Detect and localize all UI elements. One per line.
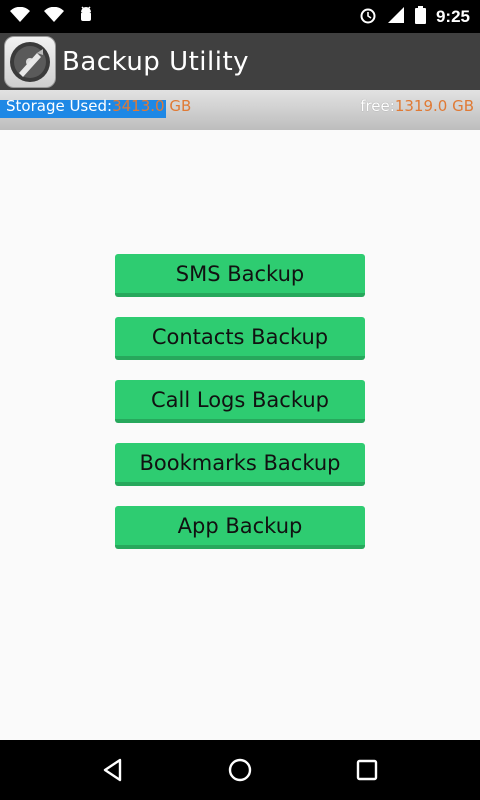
call-logs-backup-button[interactable]: Call Logs Backup [115,380,365,423]
sms-backup-button[interactable]: SMS Backup [115,254,365,297]
storage-free-value: 1319.0 GB [394,97,474,115]
storage-bar: Storage Used:3413.0 GB free:1319.0 GB [0,90,480,130]
storage-text: Storage Used:3413.0 GB free:1319.0 GB [6,97,474,115]
storage-used: Storage Used:3413.0 GB [6,97,191,115]
storage-free-label: free: [360,97,395,115]
storage-used-label: Storage Used: [6,97,113,115]
bookmarks-backup-button[interactable]: Bookmarks Backup [115,443,365,486]
status-right: 9:25 [359,5,470,28]
android-debug-icon [78,5,94,28]
back-icon[interactable] [93,750,133,790]
recents-icon[interactable] [347,750,387,790]
battery-icon [414,5,426,28]
signal-icon [387,6,405,28]
backup-utility-logo-icon [4,35,56,88]
app-bar: Backup Utility [0,33,480,90]
alarm-icon [359,6,377,28]
navigation-bar [0,740,480,800]
status-left [10,5,94,28]
wifi-icon [44,6,64,27]
home-icon[interactable] [220,750,260,790]
status-bar: 9:25 [0,0,480,33]
contacts-backup-button[interactable]: Contacts Backup [115,317,365,360]
wifi-icon [10,6,30,27]
app-title: Backup Utility [62,46,250,77]
app-backup-button[interactable]: App Backup [115,506,365,549]
storage-used-value: 3413.0 GB [112,97,192,115]
backup-menu: SMS Backup Contacts Backup Call Logs Bac… [115,254,365,549]
status-time: 9:25 [435,6,470,26]
storage-free: free:1319.0 GB [360,97,474,115]
